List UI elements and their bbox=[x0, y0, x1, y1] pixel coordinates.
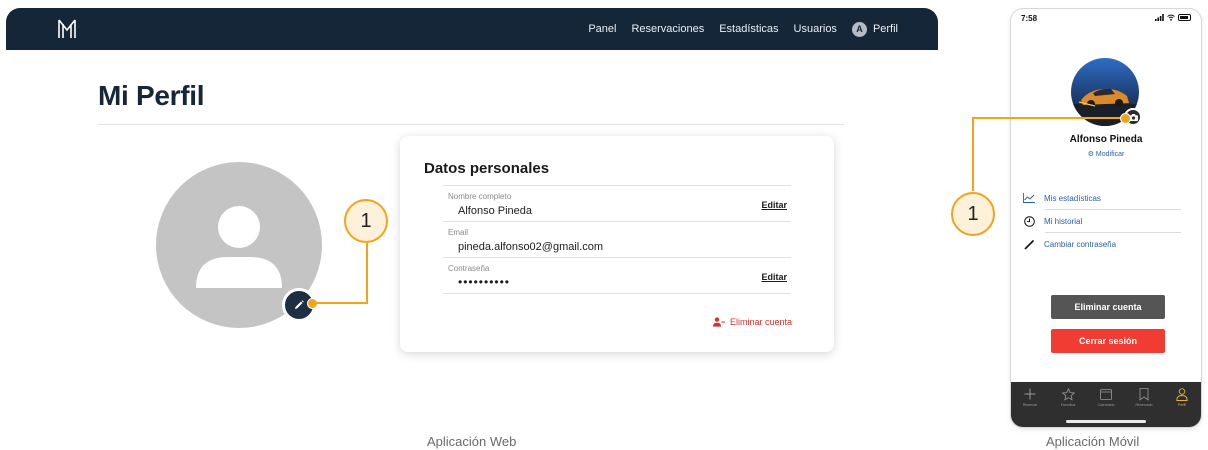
field-password: Contraseña •••••••••• Editar bbox=[443, 257, 791, 294]
mobile-delete-account-button[interactable]: Eliminar cuenta bbox=[1051, 295, 1165, 319]
field-label: Nombre completo bbox=[448, 192, 512, 201]
plus-icon bbox=[1024, 388, 1036, 400]
title-divider bbox=[98, 124, 844, 125]
menu-item-stats[interactable]: Mis estadísticas bbox=[1023, 187, 1181, 209]
mobile-screen: 7:58 Alfonso Pineda ⚙ Modificar Mis esta… bbox=[1011, 9, 1201, 427]
pencil-icon bbox=[1023, 239, 1034, 250]
top-navbar: Panel Reservaciones Estadísticas Usuario… bbox=[6, 8, 938, 50]
field-label: Email bbox=[448, 228, 469, 237]
personal-data-card: Datos personales Nombre completo Alfonso… bbox=[400, 136, 834, 352]
menu-item-change-password[interactable]: Cambiar contraseña bbox=[1023, 233, 1181, 255]
edit-name-link[interactable]: Editar bbox=[761, 200, 787, 210]
nav-link-estadisticas[interactable]: Estadísticas bbox=[719, 23, 778, 35]
tab-label: Favoritos bbox=[1060, 403, 1076, 407]
mobile-profile-menu: Mis estadísticas Mi historial Cambiar co… bbox=[1023, 187, 1181, 255]
field-value: Alfonso Pineda bbox=[458, 205, 532, 217]
field-full-name: Nombre completo Alfonso Pineda Editar bbox=[443, 185, 791, 222]
callout-line bbox=[972, 117, 1124, 119]
status-icons bbox=[1155, 14, 1191, 21]
field-value: pineda.alfonso02@gmail.com bbox=[458, 241, 604, 253]
tab-label: Perfil bbox=[1178, 403, 1186, 407]
nav-link-perfil: Perfil bbox=[872, 23, 898, 35]
caption-web: Aplicación Web bbox=[427, 434, 517, 449]
menu-item-label: Cambiar contraseña bbox=[1044, 239, 1117, 249]
callout-line bbox=[366, 243, 368, 304]
tab-label: Reservado bbox=[1135, 403, 1153, 407]
callout-badge-web: 1 bbox=[344, 199, 388, 243]
mobile-logout-button[interactable]: Cerrar sesión bbox=[1051, 329, 1165, 353]
calendar-icon bbox=[1100, 389, 1112, 400]
edit-password-link[interactable]: Editar bbox=[761, 272, 787, 282]
callout-badge-mobile: 1 bbox=[951, 192, 995, 236]
bookmark-icon bbox=[1139, 387, 1149, 401]
remove-user-icon bbox=[712, 317, 725, 327]
signal-icon bbox=[1155, 14, 1164, 21]
tab-label: Reservar bbox=[1022, 403, 1038, 407]
mobile-tab-bar: Reservar Favoritos Calendario Reservado … bbox=[1011, 382, 1201, 427]
home-indicator bbox=[1066, 420, 1146, 423]
menu-item-label: Mi historial bbox=[1044, 216, 1083, 226]
nav-link-usuarios[interactable]: Usuarios bbox=[794, 23, 837, 35]
chart-line-icon bbox=[1023, 193, 1035, 203]
tab-reservar[interactable]: Reservar bbox=[1013, 387, 1047, 427]
field-label: Contraseña bbox=[448, 264, 490, 273]
field-value: •••••••••• bbox=[458, 275, 511, 289]
page-title: Mi Perfil bbox=[98, 80, 205, 111]
person-icon bbox=[1176, 387, 1188, 401]
nav-profile[interactable]: A Perfil bbox=[851, 21, 898, 37]
status-time: 7:58 bbox=[1021, 14, 1038, 23]
nav-link-reservaciones[interactable]: Reservaciones bbox=[631, 23, 704, 35]
wifi-icon bbox=[1167, 14, 1175, 21]
nav-links: Panel Reservaciones Estadísticas Usuario… bbox=[588, 21, 898, 37]
tab-label: Calendario bbox=[1097, 403, 1115, 407]
callout-line bbox=[315, 302, 367, 304]
star-icon bbox=[1061, 387, 1075, 401]
delete-account-link[interactable]: Eliminar cuenta bbox=[712, 317, 792, 327]
hotel-m-logo-icon[interactable] bbox=[56, 18, 78, 40]
menu-item-history[interactable]: Mi historial bbox=[1023, 210, 1181, 232]
profile-avatar: A bbox=[851, 21, 867, 37]
callout-anchor-dot bbox=[1120, 113, 1131, 124]
nav-link-panel[interactable]: Panel bbox=[588, 23, 616, 35]
mobile-user-name: Alfonso Pineda bbox=[1069, 134, 1143, 145]
card-title: Datos personales bbox=[424, 160, 550, 177]
tab-perfil[interactable]: Perfil bbox=[1165, 387, 1199, 427]
clock-icon bbox=[1023, 215, 1035, 227]
menu-item-label: Mis estadísticas bbox=[1044, 193, 1101, 203]
caption-mobile: Aplicación Móvil bbox=[1046, 434, 1140, 449]
delete-account-label: Eliminar cuenta bbox=[729, 317, 792, 327]
callout-line bbox=[972, 117, 974, 191]
modify-profile-link[interactable]: ⚙ Modificar bbox=[1011, 150, 1201, 158]
pencil-icon bbox=[295, 300, 304, 309]
battery-icon bbox=[1178, 14, 1191, 21]
field-email: Email pineda.alfonso02@gmail.com bbox=[443, 221, 791, 258]
field-divider bbox=[443, 293, 791, 294]
